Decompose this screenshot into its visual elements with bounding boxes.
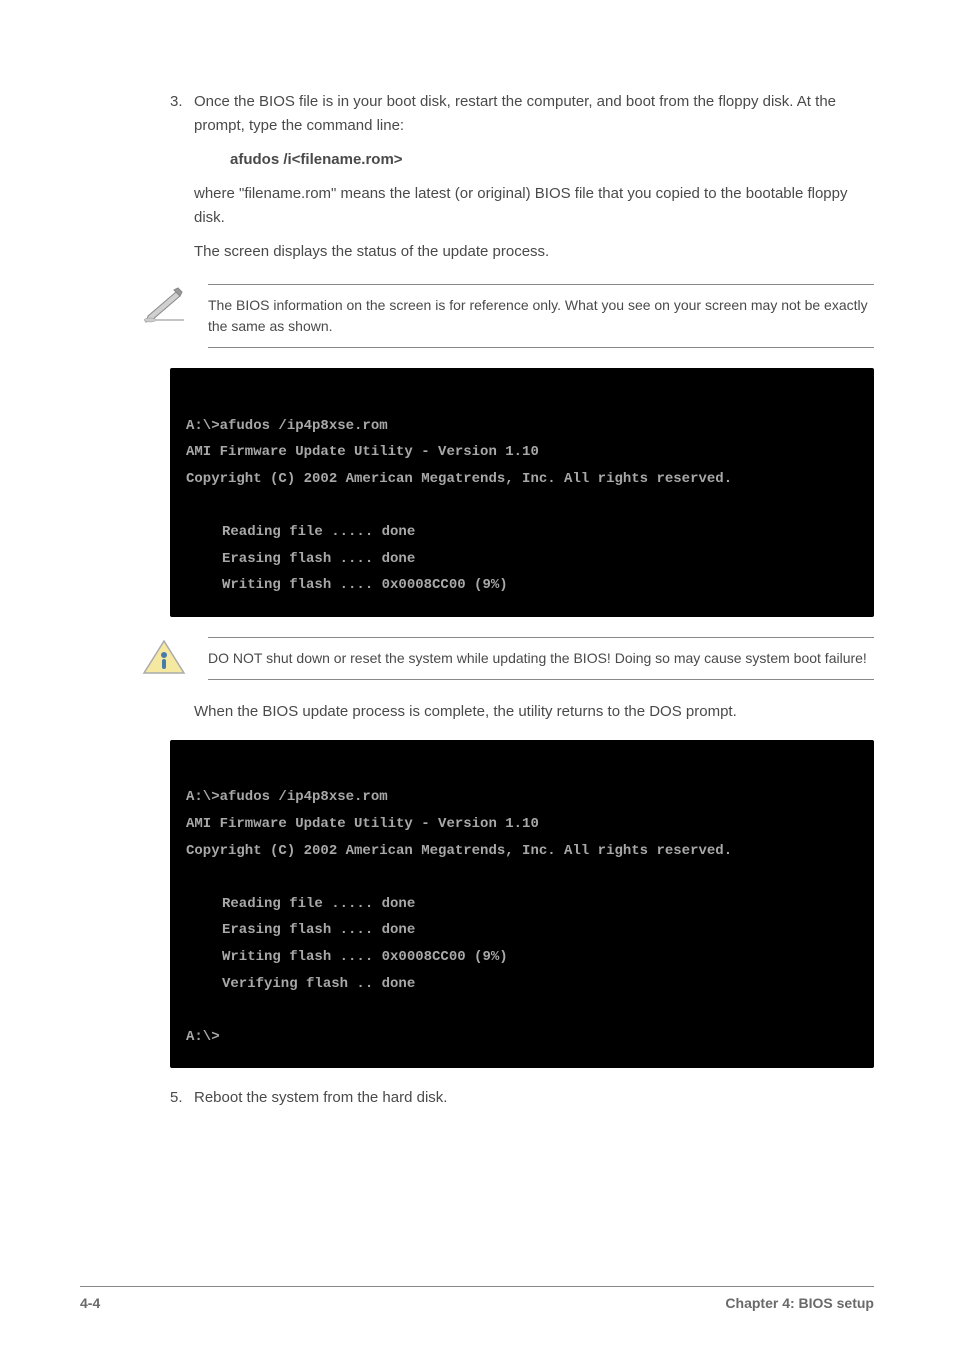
warning-text: DO NOT shut down or reset the system whi…	[208, 637, 874, 680]
terminal-line: A:\>afudos /ip4p8xse.rom	[186, 789, 388, 805]
note-block: The BIOS information on the screen is fo…	[140, 284, 874, 348]
terminal-line: Erasing flash .... done	[186, 546, 858, 573]
page-footer: 4-4 Chapter 4: BIOS setup	[80, 1286, 874, 1311]
terminal-line: A:\>afudos /ip4p8xse.rom	[186, 418, 388, 434]
terminal-line: Erasing flash .... done	[186, 917, 858, 944]
warning-block: DO NOT shut down or reset the system whi…	[140, 637, 874, 680]
post-terminal-text: When the BIOS update process is complete…	[80, 700, 874, 724]
terminal-line: Verifying flash .. done	[186, 971, 858, 998]
terminal-line: Copyright (C) 2002 American Megatrends, …	[186, 843, 732, 859]
step-number: 3.	[170, 90, 194, 138]
command-action: The screen displays the status of the up…	[80, 240, 874, 264]
step-5: 5. Reboot the system from the hard disk.	[80, 1086, 874, 1110]
page-number: 4-4	[80, 1295, 100, 1311]
step-text: Once the BIOS file is in your boot disk,…	[194, 90, 874, 138]
step-text: Reboot the system from the hard disk.	[194, 1086, 447, 1110]
terminal-line: Writing flash .... 0x0008CC00 (9%)	[186, 944, 858, 971]
terminal-output-1: A:\>afudos /ip4p8xse.rom AMI Firmware Up…	[170, 368, 874, 617]
command-syntax: afudos /i<filename.rom>	[80, 148, 874, 172]
note-text: The BIOS information on the screen is fo…	[208, 284, 874, 348]
terminal-line: Copyright (C) 2002 American Megatrends, …	[186, 471, 732, 487]
step-3: 3. Once the BIOS file is in your boot di…	[80, 90, 874, 138]
pencil-icon	[140, 284, 188, 324]
terminal-output-2: A:\>afudos /ip4p8xse.rom AMI Firmware Up…	[170, 740, 874, 1069]
terminal-line: Writing flash .... 0x0008CC00 (9%)	[186, 572, 858, 599]
command-note: where "filename.rom" means the latest (o…	[80, 182, 874, 230]
terminal-line: Reading file ..... done	[186, 891, 858, 918]
chapter-title: Chapter 4: BIOS setup	[725, 1295, 874, 1311]
terminal-line: AMI Firmware Update Utility - Version 1.…	[186, 444, 539, 460]
warning-icon	[140, 637, 188, 677]
terminal-line: AMI Firmware Update Utility - Version 1.…	[186, 816, 539, 832]
terminal-line: A:\>	[186, 1029, 220, 1045]
step-number: 5.	[170, 1086, 194, 1110]
terminal-line: Reading file ..... done	[186, 519, 858, 546]
